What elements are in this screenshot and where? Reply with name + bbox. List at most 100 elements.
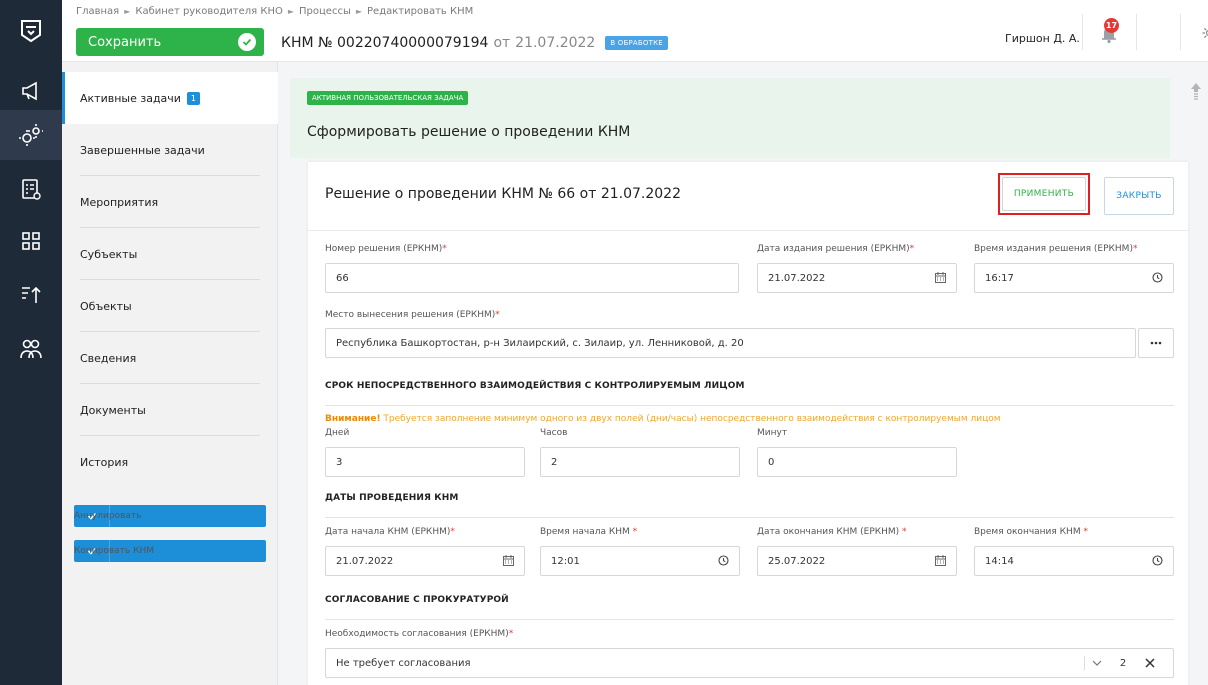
logo-icon[interactable] [0,0,62,62]
breadcrumb-separator-icon: ► [287,7,295,16]
start-time-input[interactable]: 12:01 [540,546,740,576]
save-button-label: Сохранить [88,34,162,50]
gear-icon[interactable] [1198,22,1208,44]
prosecutor-section-title: СОГЛАСОВАНИЕ С ПРОКУРАТУРОЙ [325,595,509,605]
scroll-up-icon[interactable] [1190,82,1202,104]
sidebar-item-label: Субъекты [80,247,138,261]
clock-icon[interactable] [718,555,729,569]
chevron-down-icon[interactable] [1086,654,1108,672]
task-banner: АКТИВНАЯ ПОЛЬЗОВАТЕЛЬСКАЯ ЗАДАЧА Сформир… [290,78,1170,158]
knm-from: от [493,35,511,51]
section-divider [325,405,1174,406]
end-date-label: Дата окончания КНМ (ЕРКНМ) * [757,527,907,537]
days-input[interactable]: 3 [325,447,525,477]
sidebar-item-events[interactable]: Мероприятия [62,176,278,228]
label-text: Необходимость согласования (ЕРКНМ) [325,629,509,639]
section-divider [325,517,1174,518]
label-text: Время издания решения (ЕРКНМ) [974,244,1133,254]
sidebar-item-label: Мероприятия [80,195,159,209]
decision-time-input[interactable]: 16:17 [974,263,1174,293]
decision-date-input[interactable]: 21.07.2022 [757,263,957,293]
required-mark: * [495,310,500,320]
sidebar-item-completed-tasks[interactable]: Завершенные задачи [62,124,278,176]
place-input[interactable]: Республика Башкортостан, р-н Зилаирский,… [325,328,1136,358]
breadcrumb-item[interactable]: Процессы [299,6,351,17]
clear-icon[interactable] [1138,654,1162,672]
need-approval-select[interactable]: Не требует согласования [325,648,1174,678]
save-button[interactable]: Сохранить [76,28,264,56]
card-divider [308,230,1188,231]
sort-icon[interactable] [0,270,62,320]
required-mark: * [508,629,514,639]
grid-icon[interactable] [0,216,62,266]
knm-number: КНМ № 00220740000079194 [281,35,489,51]
sidebar-item-documents[interactable]: Документы [62,384,278,436]
decision-number-label: Номер решения (ЕРКНМ)* [325,244,447,254]
knm-date: 21.07.2022 [515,35,596,51]
ellipsis-icon [1150,341,1162,345]
check-icon [238,33,256,51]
end-time-value: 14:14 [985,555,1014,567]
hours-input[interactable]: 2 [540,447,740,477]
sidebar-item-active-tasks[interactable]: Активные задачи 1 [62,72,278,124]
decision-card: Решение о проведении КНМ № 66 от 21.07.2… [308,162,1188,685]
top-header: Главная ► Кабинет руководителя КНО ► Процесс… [62,0,1208,62]
breadcrumb-item[interactable]: Главная [76,6,119,17]
side-menu: Активные задачи 1 Завершенные задачи Мер… [62,62,278,685]
sidebar-item-label: Документы [80,403,146,417]
decision-number-input[interactable]: 66 [325,263,739,293]
list-doc-icon[interactable] [0,164,62,214]
place-label: Место вынесения решения (ЕРКНМ)* [325,310,500,320]
required-mark: * [632,527,638,537]
sidebar-item-label: История [80,455,129,469]
required-mark: * [442,244,447,254]
end-date-input[interactable]: 25.07.2022 [757,546,957,576]
label-text: Место вынесения решения (ЕРКНМ) [325,310,496,320]
breadcrumb-item[interactable]: Кабинет руководителя КНО [135,6,283,17]
sidebar-item-objects[interactable]: Объекты [62,280,278,332]
sidebar-item-info[interactable]: Сведения [62,332,278,384]
label-text: Дата окончания КНМ (ЕРКНМ) [757,527,903,537]
required-mark: * [902,527,907,537]
calendar-icon[interactable] [935,555,946,569]
label-text: Дата начала КНМ (ЕРКНМ) [325,527,451,537]
start-time-label: Время начала КНМ * [540,527,637,537]
close-button[interactable]: ЗАКРЫТЬ [1104,177,1174,215]
breadcrumb-separator-icon: ► [355,7,363,16]
header-divider [1136,14,1137,50]
label-text: Время начала КНМ [540,527,633,537]
dates-section-title: ДАТЫ ПРОВЕДЕНИЯ КНМ [325,493,459,503]
required-mark: * [450,527,455,537]
copy-knm-button-label: Копировать КНМ [74,546,154,556]
end-date-value: 25.07.2022 [768,555,826,567]
calendar-icon[interactable] [935,272,946,286]
gears-icon[interactable] [0,110,62,160]
end-time-input[interactable]: 14:14 [974,546,1174,576]
start-date-input[interactable]: 21.07.2022 [325,546,525,576]
minutes-label: Минут [757,428,788,438]
clock-icon[interactable] [1152,555,1163,569]
clock-icon[interactable] [1152,272,1163,286]
required-mark: * [909,244,915,254]
active-tasks-count-badge: 1 [186,91,200,105]
annul-button-label: Аннулировать [74,511,142,521]
user-name[interactable]: Гиршон Д. А. [1005,32,1080,45]
users-icon[interactable] [0,324,62,374]
sidebar-item-subjects[interactable]: Субъекты [62,228,278,280]
header-divider [1180,14,1181,50]
sidebar-item-label: Активные задачи [80,91,181,105]
breadcrumb-item: Редактировать КНМ [367,6,474,17]
more-options-button[interactable] [1138,328,1174,358]
copy-knm-button[interactable]: Копировать КНМ [74,540,266,562]
task-title: Сформировать решение о проведении КНМ [307,124,631,140]
sidebar-item-history[interactable]: История [62,436,278,488]
minutes-input[interactable]: 0 [757,447,957,477]
megaphone-icon[interactable] [0,66,62,116]
annul-button[interactable]: Аннулировать [74,505,266,527]
apply-button[interactable]: ПРИМЕНИТЬ [1002,177,1086,211]
calendar-icon[interactable] [503,555,514,569]
start-date-value: 21.07.2022 [336,555,394,567]
header-divider [1082,14,1083,50]
warning-message: Требуется заполнение минимум одного из д… [380,414,1001,424]
decision-time-label: Время издания решения (ЕРКНМ)* [974,244,1137,254]
